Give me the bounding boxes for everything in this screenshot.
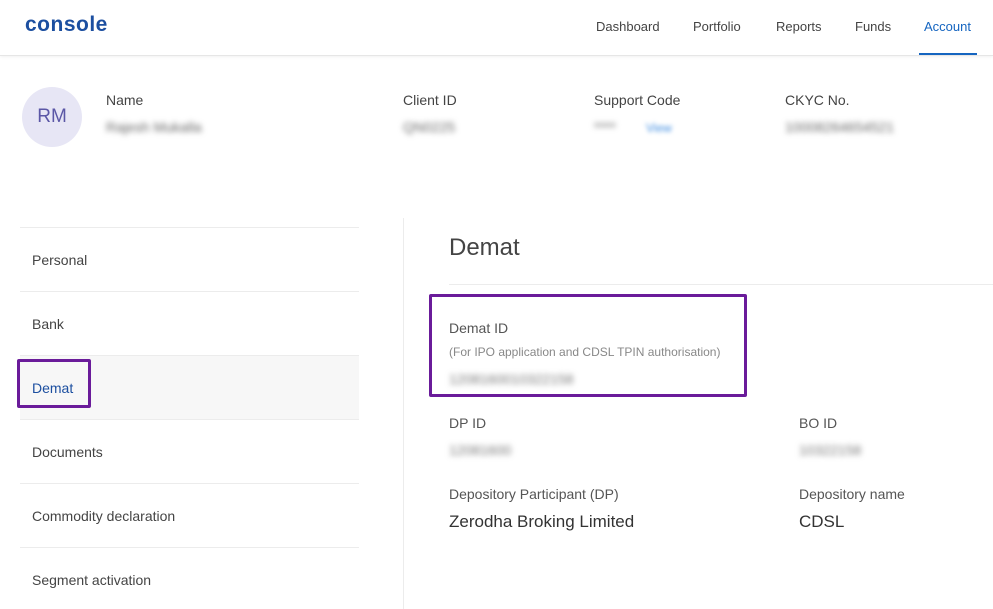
depository-name-value: CDSL xyxy=(799,512,845,531)
nav-portfolio[interactable]: Portfolio xyxy=(693,19,741,34)
console-logo[interactable]: console xyxy=(25,13,108,37)
sidebar-item-documents[interactable]: Documents xyxy=(20,419,359,483)
demat-highlight-box xyxy=(17,359,91,408)
nav-account[interactable]: Account xyxy=(924,19,971,34)
sidebar-item-label: Bank xyxy=(32,316,64,332)
support-code-value: **** xyxy=(594,119,616,135)
nav-funds[interactable]: Funds xyxy=(855,19,891,34)
name-value: Rajesh Mukalla xyxy=(106,119,202,135)
demat-id-highlight-box xyxy=(429,294,747,397)
support-code-view-link[interactable]: View xyxy=(646,121,672,135)
sidebar-item-label: Segment activation xyxy=(32,572,152,588)
avatar: RM xyxy=(22,87,82,147)
dp-name-value: Zerodha Broking Limited xyxy=(449,512,635,531)
ckyc-label: CKYC No. xyxy=(785,92,850,108)
name-label: Name xyxy=(106,92,144,108)
active-nav-indicator xyxy=(919,53,977,55)
client-id-label: Client ID xyxy=(403,92,457,108)
sidebar-item-label: Documents xyxy=(32,444,103,460)
content-divider xyxy=(403,218,404,609)
sidebar-item-label: Commodity declaration xyxy=(32,508,176,524)
client-id-value: QN0225 xyxy=(403,119,456,135)
ckyc-value: 10008264654521 xyxy=(785,119,895,135)
dp-id-value: 12081600 xyxy=(449,442,512,458)
page-title: Demat xyxy=(449,234,520,261)
sidebar-item-bank[interactable]: Bank xyxy=(20,291,359,355)
depository-name-label: Depository name xyxy=(799,486,905,502)
sidebar-item-label: Personal xyxy=(32,252,88,268)
sidebar-item-commodity-declaration[interactable]: Commodity declaration xyxy=(20,483,359,547)
title-divider xyxy=(449,284,993,285)
support-code-label: Support Code xyxy=(594,92,681,108)
dp-name-label: Depository Participant (DP) xyxy=(449,486,619,502)
top-navigation-bar: console Dashboard Portfolio Reports Fund… xyxy=(0,0,993,56)
nav-dashboard[interactable]: Dashboard xyxy=(596,19,660,34)
dp-id-label: DP ID xyxy=(449,415,487,431)
sidebar-item-personal[interactable]: Personal xyxy=(20,227,359,291)
sidebar-item-segment-activation[interactable]: Segment activation xyxy=(20,547,359,609)
nav-reports[interactable]: Reports xyxy=(776,19,822,34)
bo-id-value: 10322158 xyxy=(799,442,862,458)
bo-id-label: BO ID xyxy=(799,415,838,431)
